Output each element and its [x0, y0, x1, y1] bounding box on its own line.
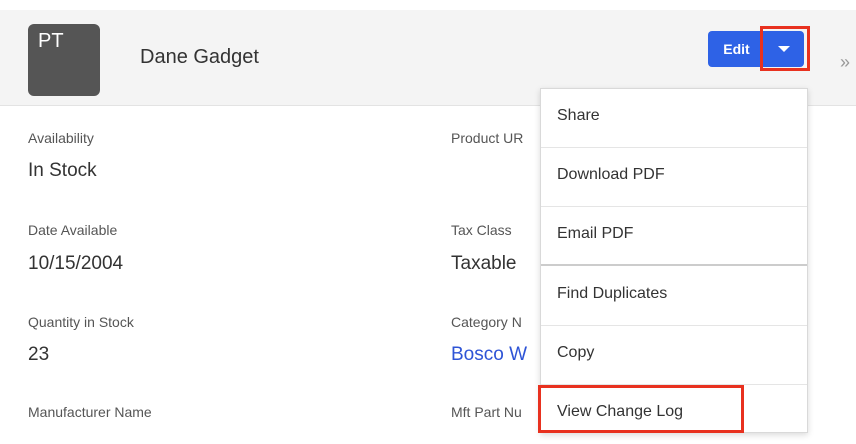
- menu-item-download-pdf[interactable]: Download PDF: [541, 148, 807, 207]
- top-strip: [0, 0, 856, 10]
- date-available-label: Date Available: [28, 222, 118, 238]
- menu-item-find-duplicates[interactable]: Find Duplicates: [541, 267, 807, 326]
- edit-button[interactable]: Edit: [708, 31, 765, 67]
- menu-item-label: Copy: [557, 344, 595, 361]
- category-link[interactable]: Bosco W: [451, 344, 527, 366]
- avatar: PT: [28, 24, 100, 96]
- tax-class-value: Taxable: [451, 253, 517, 274]
- actions-dropdown-toggle[interactable]: [765, 31, 804, 67]
- product-url-label: Product UR: [451, 130, 524, 146]
- menu-item-share[interactable]: Share: [541, 89, 807, 148]
- menu-item-label: Find Duplicates: [557, 285, 668, 302]
- avatar-initials: PT: [38, 30, 64, 52]
- mft-part-label: Mft Part Nu: [451, 404, 522, 420]
- caret-down-icon: [778, 46, 790, 52]
- quantity-label: Quantity in Stock: [28, 314, 134, 330]
- menu-item-label: Email PDF: [557, 225, 634, 242]
- record-name: Dane Gadget: [140, 46, 259, 68]
- quantity-value: 23: [28, 344, 50, 365]
- date-available-value: 10/15/2004: [28, 253, 124, 274]
- actions-dropdown-menu: Share Download PDF Email PDF Find Duplic…: [540, 88, 808, 433]
- availability-label: Availability: [28, 130, 94, 146]
- expand-icon[interactable]: »: [840, 52, 850, 73]
- menu-item-label: Share: [557, 107, 600, 124]
- availability-value: In Stock: [28, 160, 97, 181]
- category-label: Category N: [451, 314, 522, 330]
- tax-class-label: Tax Class: [451, 222, 512, 238]
- menu-item-view-change-log[interactable]: View Change Log: [541, 385, 807, 444]
- menu-item-copy[interactable]: Copy: [541, 326, 807, 385]
- menu-item-label: View Change Log: [557, 403, 684, 420]
- menu-item-label: Download PDF: [557, 166, 665, 183]
- menu-item-email-pdf[interactable]: Email PDF: [541, 207, 807, 266]
- manufacturer-label: Manufacturer Name: [28, 404, 152, 420]
